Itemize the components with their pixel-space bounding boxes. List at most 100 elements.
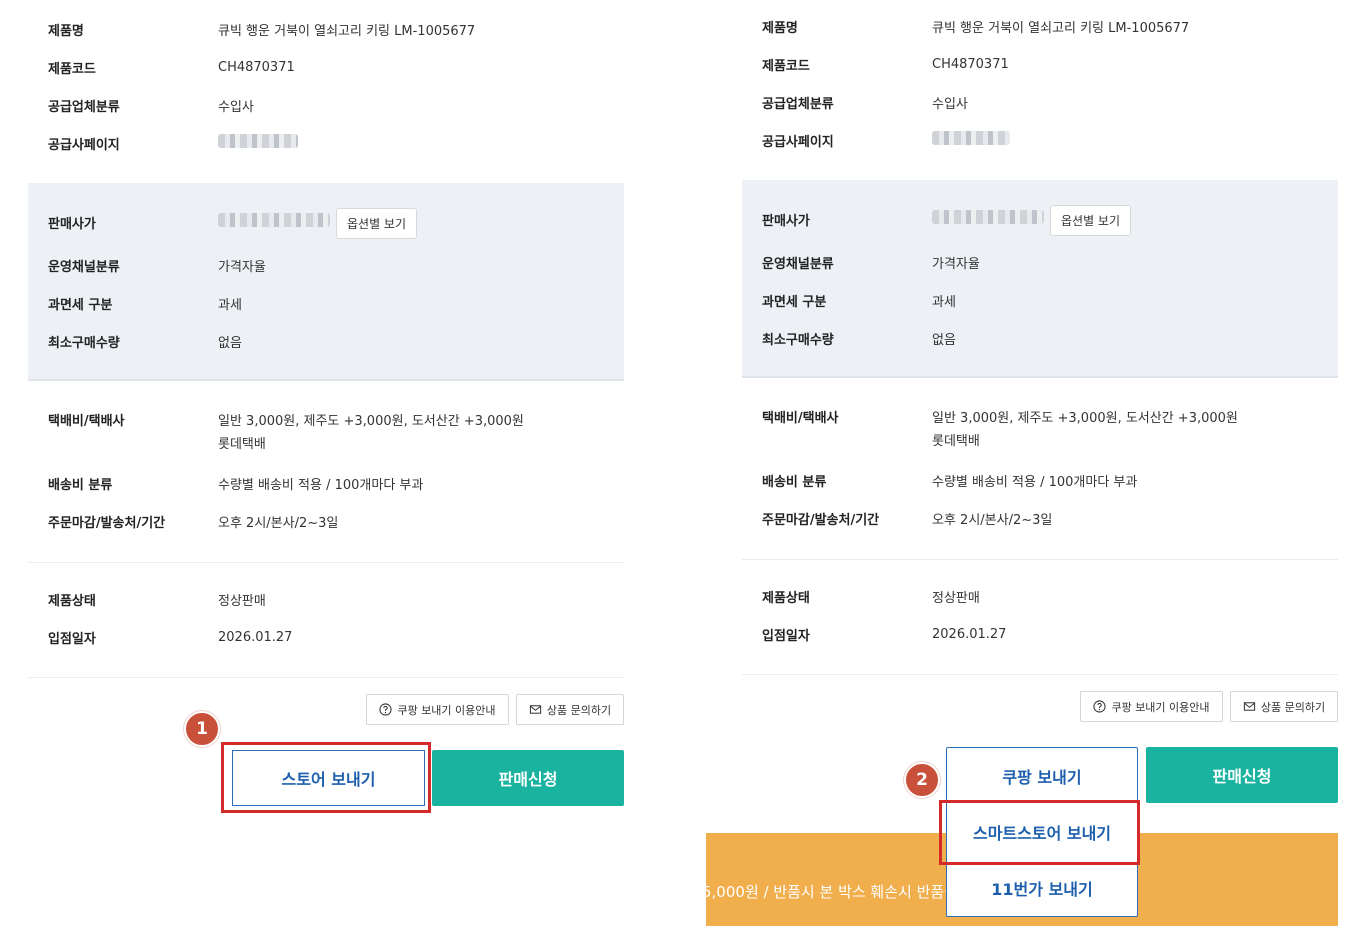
divider <box>742 559 1338 560</box>
value-courier-company: 롯데택배 <box>932 434 980 449</box>
option-view-button[interactable]: 옵션별 보기 <box>336 208 418 239</box>
label-product-status: 제품상태 <box>762 590 810 606</box>
supplier-page-link-blurred[interactable] <box>218 134 298 152</box>
label-entry-date: 입점일자 <box>762 628 810 644</box>
product-inquiry-label: 상품 문의하기 <box>546 703 612 717</box>
label-shipping-type: 배송비 분류 <box>48 477 113 493</box>
label-order-deadline: 주문마감/발송처/기간 <box>48 515 166 531</box>
value-product-status: 정상판매 <box>218 593 266 609</box>
value-channel-type: 가격자율 <box>932 256 980 272</box>
row-shipping-type: 배송비 분류 수량별 배송비 적용 / 100개마다 부과 <box>742 461 1338 499</box>
value-order-deadline: 오후 2시/본사/2~3일 <box>218 515 339 531</box>
value-shipping-type: 수량별 배송비 적용 / 100개마다 부과 <box>218 477 424 493</box>
row-product-name: 제품명 큐빅 행운 거북이 열쇠고리 키링 LM-1005677 <box>28 10 624 48</box>
value-channel-type: 가격자율 <box>218 259 266 275</box>
row-entry-date: 입점일자 2026.01.27 <box>28 618 624 656</box>
value-supplier-type: 수입사 <box>932 96 968 112</box>
coupang-guide-label: 쿠팡 보내기 이용안내 <box>1111 700 1210 714</box>
label-tax-type: 과면세 구분 <box>48 297 113 313</box>
label-min-qty: 최소구매수량 <box>48 335 120 351</box>
value-product-status: 정상판매 <box>932 590 980 606</box>
highlight-box-smartstore <box>939 800 1140 865</box>
step-badge-2: 2 <box>904 762 940 798</box>
row-min-qty: 최소구매수량 없음 <box>28 322 624 360</box>
row-shipping-type: 배송비 분류 수량별 배송비 적용 / 100개마다 부과 <box>28 464 624 502</box>
value-order-deadline: 오후 2시/본사/2~3일 <box>932 512 1053 528</box>
row-tax-type: 과면세 구분 과세 <box>28 284 624 322</box>
label-product-name: 제품명 <box>762 20 798 36</box>
value-courier-company: 롯데택배 <box>218 437 266 452</box>
row-tax-type: 과면세 구분 과세 <box>742 281 1338 319</box>
value-supplier-type: 수입사 <box>218 99 254 115</box>
label-supplier-page: 공급사페이지 <box>48 137 120 153</box>
question-circle-icon <box>1093 700 1107 713</box>
product-inquiry-label: 상품 문의하기 <box>1260 700 1326 714</box>
divider <box>742 674 1338 675</box>
value-product-code: CH4870371 <box>218 59 295 75</box>
coupang-guide-button[interactable]: 쿠팡 보내기 이용안내 <box>366 694 509 725</box>
value-entry-date: 2026.01.27 <box>218 629 293 645</box>
product-inquiry-button[interactable]: 상품 문의하기 <box>1230 691 1338 722</box>
row-channel-type: 운영채널분류 가격자율 <box>742 243 1338 281</box>
value-tax-type: 과세 <box>932 294 956 310</box>
label-product-code: 제품코드 <box>48 61 96 77</box>
label-order-deadline: 주문마감/발송처/기간 <box>762 512 880 528</box>
label-entry-date: 입점일자 <box>48 631 96 647</box>
row-supplier-type: 공급업체분류 수입사 <box>28 86 624 124</box>
row-product-name: 제품명 큐빅 행운 거북이 열쇠고리 키링 LM-1005677 <box>742 7 1338 45</box>
label-product-name: 제품명 <box>48 23 84 39</box>
label-supplier-page: 공급사페이지 <box>762 134 834 150</box>
label-channel-type: 운영채널분류 <box>762 256 834 272</box>
label-seller-price: 판매사가 <box>762 213 810 229</box>
row-courier: 택배비/택배사 일반 3,000원, 제주도 +3,000원, 도서산간 +3,… <box>742 397 1338 450</box>
label-shipping-type: 배송비 분류 <box>762 474 827 490</box>
label-supplier-type: 공급업체분류 <box>762 96 834 112</box>
row-channel-type: 운영채널분류 가격자율 <box>28 246 624 284</box>
row-entry-date: 입점일자 2026.01.27 <box>742 615 1338 653</box>
value-min-qty: 없음 <box>932 332 956 348</box>
highlight-box-store-send <box>221 742 431 813</box>
label-courier: 택배비/택배사 <box>48 413 125 429</box>
label-product-status: 제품상태 <box>48 593 96 609</box>
mail-icon <box>1243 702 1256 711</box>
value-product-name: 큐빅 행운 거북이 열쇠고리 키링 LM-1005677 <box>932 20 1190 36</box>
row-courier: 택배비/택배사 일반 3,000원, 제주도 +3,000원, 도서산간 +3,… <box>28 400 624 453</box>
row-order-deadline: 주문마감/발송처/기간 오후 2시/본사/2~3일 <box>742 499 1338 537</box>
row-order-deadline: 주문마감/발송처/기간 오후 2시/본사/2~3일 <box>28 502 624 540</box>
option-view-button[interactable]: 옵션별 보기 <box>1050 205 1132 236</box>
row-supplier-page: 공급사페이지 <box>742 121 1338 159</box>
row-product-status: 제품상태 정상판매 <box>742 577 1338 615</box>
divider <box>28 677 624 678</box>
product-detail-panel-before: 제품명 큐빅 행운 거북이 열쇠고리 키링 LM-1005677 제품코드 CH… <box>28 0 628 926</box>
label-seller-price: 판매사가 <box>48 216 96 232</box>
seller-price-blurred <box>218 213 330 231</box>
value-product-name: 큐빅 행운 거북이 열쇠고리 키링 LM-1005677 <box>218 23 476 39</box>
coupang-guide-label: 쿠팡 보내기 이용안내 <box>397 703 496 717</box>
coupang-guide-button[interactable]: 쿠팡 보내기 이용안내 <box>1080 691 1223 722</box>
coupang-send-option[interactable]: 쿠팡 보내기 <box>947 748 1137 804</box>
elevenst-send-option[interactable]: 11번가 보내기 <box>947 860 1137 916</box>
step-badge-1: 1 <box>184 711 220 747</box>
row-min-qty: 최소구매수량 없음 <box>742 319 1338 357</box>
sale-apply-button[interactable]: 판매신청 <box>1146 747 1338 803</box>
value-entry-date: 2026.01.27 <box>932 626 1007 642</box>
label-courier: 택배비/택배사 <box>762 410 839 426</box>
value-courier-fee: 일반 3,000원, 제주도 +3,000원, 도서산간 +3,000원 <box>932 410 1238 426</box>
product-inquiry-button[interactable]: 상품 문의하기 <box>516 694 624 725</box>
sale-apply-button[interactable]: 판매신청 <box>432 750 624 806</box>
divider <box>28 562 624 563</box>
label-product-code: 제품코드 <box>762 58 810 74</box>
value-product-code: CH4870371 <box>932 56 1009 72</box>
mail-icon <box>529 705 542 714</box>
seller-price-blurred <box>932 210 1044 228</box>
row-supplier-page: 공급사페이지 <box>28 124 624 162</box>
row-seller-price: 판매사가 <box>742 200 1338 238</box>
row-seller-price: 판매사가 <box>28 203 624 241</box>
row-product-code: 제품코드 CH4870371 <box>742 45 1338 83</box>
label-supplier-type: 공급업체분류 <box>48 99 120 115</box>
question-circle-icon <box>379 703 393 716</box>
value-min-qty: 없음 <box>218 335 242 351</box>
supplier-page-link-blurred[interactable] <box>932 131 1010 149</box>
notice-banner-text: 5,000원 / 반품시 본 박스 훼손시 반품불 <box>706 883 959 901</box>
label-channel-type: 운영채널분류 <box>48 259 120 275</box>
